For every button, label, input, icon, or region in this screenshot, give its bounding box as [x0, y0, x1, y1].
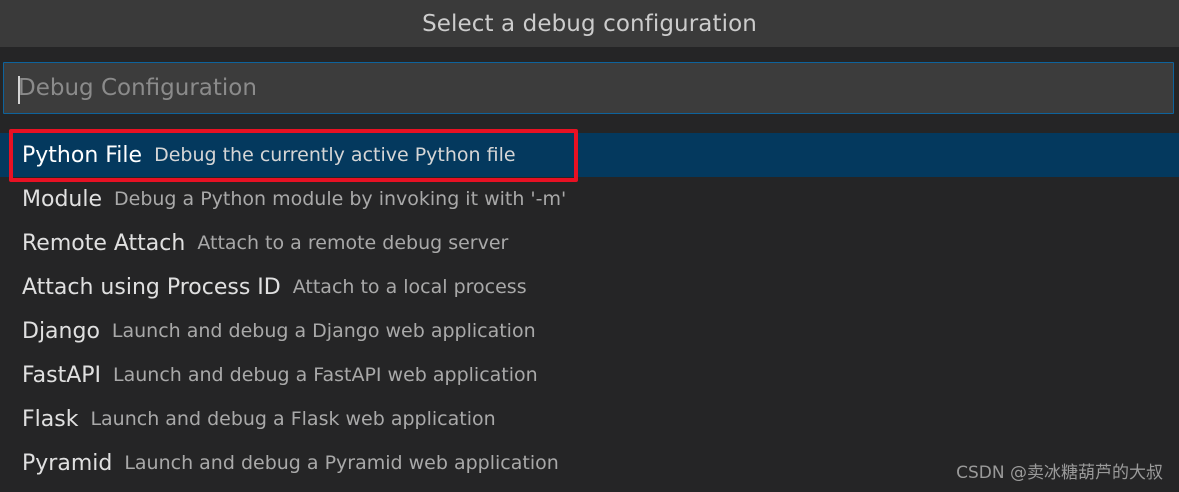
debug-configuration-quick-pick: Select a debug configuration Python File… — [0, 0, 1179, 492]
debug-configuration-input-box[interactable] — [3, 62, 1174, 114]
list-item-label: Django — [22, 318, 100, 344]
list-item-description: Attach to a local process — [292, 276, 527, 298]
list-item-label: Module — [22, 186, 102, 212]
list-item-module[interactable]: Module Debug a Python module by invoking… — [0, 177, 1179, 221]
list-item-attach-process-id[interactable]: Attach using Process ID Attach to a loca… — [0, 265, 1179, 309]
list-item-description: Debug the currently active Python file — [154, 144, 516, 166]
list-item-fastapi[interactable]: FastAPI Launch and debug a FastAPI web a… — [0, 353, 1179, 397]
list-item-description: Launch and debug a Pyramid web applicati… — [124, 452, 559, 474]
list-item-label: Flask — [22, 406, 79, 432]
list-item-remote-attach[interactable]: Remote Attach Attach to a remote debug s… — [0, 221, 1179, 265]
list-item-description: Launch and debug a Flask web application — [90, 408, 496, 430]
debug-configuration-list: Python File Debug the currently active P… — [0, 133, 1179, 485]
quick-pick-title: Select a debug configuration — [422, 10, 757, 37]
list-item-flask[interactable]: Flask Launch and debug a Flask web appli… — [0, 397, 1179, 441]
list-item-description: Launch and debug a Django web applicatio… — [111, 320, 536, 342]
list-item-label: Remote Attach — [22, 230, 186, 256]
list-item-python-file[interactable]: Python File Debug the currently active P… — [0, 133, 1179, 177]
list-item-description: Attach to a remote debug server — [197, 232, 509, 254]
debug-configuration-input[interactable] — [18, 63, 1158, 113]
list-item-django[interactable]: Django Launch and debug a Django web app… — [0, 309, 1179, 353]
text-cursor — [18, 76, 20, 104]
list-item-description: Debug a Python module by invoking it wit… — [114, 188, 567, 210]
list-item-label: Attach using Process ID — [22, 274, 281, 300]
list-item-label: Python File — [22, 142, 143, 168]
list-item-label: FastAPI — [22, 362, 102, 388]
watermark-text: CSDN @卖冰糖葫芦的大叔 — [956, 463, 1163, 483]
quick-pick-title-bar: Select a debug configuration — [0, 0, 1179, 47]
list-item-description: Launch and debug a FastAPI web applicati… — [113, 364, 538, 386]
list-item-label: Pyramid — [22, 450, 113, 476]
